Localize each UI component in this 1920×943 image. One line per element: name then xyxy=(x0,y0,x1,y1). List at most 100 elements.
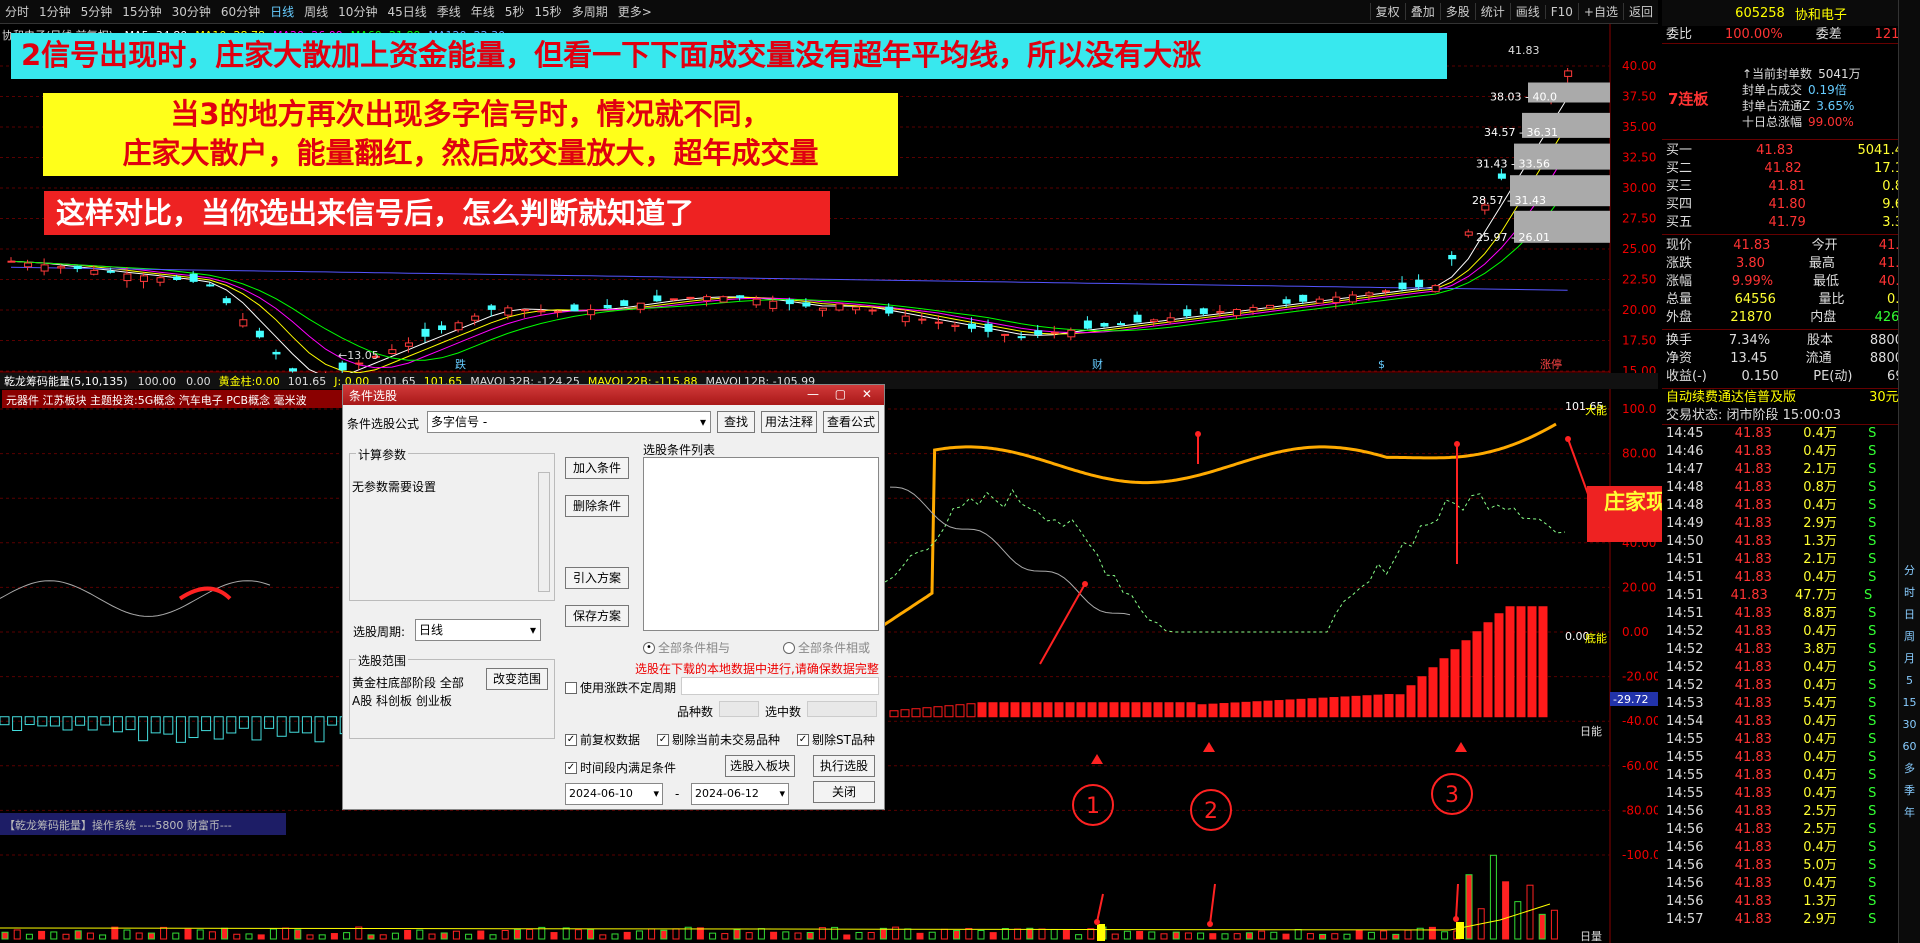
add-to-block-button[interactable]: 选股入板块 xyxy=(725,755,795,777)
dialog-window-controls[interactable]: — ▢ ✕ xyxy=(807,387,878,403)
indicator-tick: 80.00 xyxy=(1622,447,1656,461)
period-tab[interactable]: 10分钟 xyxy=(333,3,382,20)
energy-bar xyxy=(1384,694,1394,718)
tool-button[interactable]: +自选 xyxy=(1577,3,1623,20)
chevron-down-icon: ▾ xyxy=(779,787,785,800)
tool-button[interactable]: 返回 xyxy=(1622,3,1658,20)
import-scheme-button[interactable]: 引入方案 xyxy=(565,567,629,589)
volume-bar xyxy=(1294,929,1302,940)
period-tab[interactable]: 季线 xyxy=(432,3,466,20)
radio-all-and[interactable]: • 全部条件相与 xyxy=(643,639,730,656)
energy-bar xyxy=(1252,701,1262,718)
find-button[interactable]: 查找 xyxy=(717,411,755,433)
dialog-titlebar[interactable]: 条件选股 — ▢ ✕ xyxy=(343,385,884,405)
date-from-input[interactable]: 2024-06-10 ▾ xyxy=(565,783,663,805)
cyan-bar xyxy=(251,716,262,741)
radio-all-or[interactable]: 全部条件相或 xyxy=(783,639,870,656)
side-period-button[interactable]: 日 xyxy=(1899,604,1920,626)
tick-price: 41.83 xyxy=(1734,714,1772,729)
tick-time: 14:45 xyxy=(1666,426,1704,441)
volume-bar xyxy=(501,929,509,940)
side-period-button[interactable]: 60 xyxy=(1899,736,1920,758)
candle-body xyxy=(1448,254,1457,260)
tool-button[interactable]: 画线 xyxy=(1509,3,1545,20)
delete-condition-button[interactable]: 删除条件 xyxy=(565,495,629,517)
unfixed-period-checkbox[interactable]: 使用涨跌不定周期 xyxy=(565,679,676,696)
side-period-button[interactable]: 30 xyxy=(1899,714,1920,736)
period-tab[interactable]: 15秒 xyxy=(529,3,566,20)
candle-body xyxy=(1050,331,1059,334)
period-tab[interactable]: 30分钟 xyxy=(167,3,216,20)
tool-button[interactable]: F10 xyxy=(1544,4,1578,19)
period-tab[interactable]: 日线 xyxy=(265,3,299,20)
price-tick: 40.00 xyxy=(1622,59,1656,73)
change-range-button[interactable]: 改变范围 xyxy=(486,668,548,690)
condition-list[interactable] xyxy=(643,457,879,631)
save-scheme-button[interactable]: 保存方案 xyxy=(565,605,629,627)
exclude-untraded-checkbox[interactable]: ✓ 剔除当前未交易品种 xyxy=(657,731,780,748)
period-tab[interactable]: 1分钟 xyxy=(34,3,76,20)
period-tab[interactable]: 5秒 xyxy=(500,3,530,20)
add-condition-button[interactable]: 加入条件 xyxy=(565,457,629,479)
unfixed-period-input[interactable] xyxy=(681,677,879,695)
energy-bar xyxy=(1274,700,1284,718)
tool-button[interactable]: 叠加 xyxy=(1404,3,1440,20)
period-satisfy-checkbox[interactable]: ✓ 时间段内满足条件 xyxy=(565,759,676,776)
tool-button[interactable]: 多股 xyxy=(1439,3,1475,20)
tick-time: 14:57 xyxy=(1666,912,1704,927)
close-button[interactable]: 关闭 xyxy=(813,781,875,803)
period-tab[interactable]: 年线 xyxy=(466,3,500,20)
period-tab[interactable]: 5分钟 xyxy=(76,3,118,20)
period-select[interactable]: 日线 ▾ xyxy=(415,619,541,641)
period-tab[interactable]: 分时 xyxy=(0,3,34,20)
view-formula-button[interactable]: 查看公式 xyxy=(823,411,879,433)
cyan-bar xyxy=(238,716,249,729)
side-period-button[interactable]: 月 xyxy=(1899,648,1920,670)
candle-body xyxy=(1431,285,1440,293)
period-tab[interactable]: 多周期 xyxy=(567,3,613,20)
tick-side: S xyxy=(1868,444,1877,459)
side-period-button[interactable]: 年 xyxy=(1899,802,1920,824)
tool-button[interactable]: 统计 xyxy=(1474,3,1510,20)
tick-side: S xyxy=(1868,498,1877,513)
period-tab[interactable]: 周线 xyxy=(299,3,333,20)
candle-body xyxy=(404,342,413,347)
side-period-button[interactable]: 多 xyxy=(1899,758,1920,780)
forward-rights-checkbox[interactable]: ✓ 前复权数据 xyxy=(565,731,640,748)
formula-select[interactable]: 多字信号 - ▾ xyxy=(427,411,711,433)
period-tab[interactable]: 60分钟 xyxy=(216,3,265,20)
tick-list[interactable]: 14:4541.830.4万S114:4641.830.4万S114:4741.… xyxy=(1662,425,1920,929)
indicator-tick: -60.00 xyxy=(1622,759,1658,773)
promo-row[interactable]: 自动续费通达信普及版 30元/月 xyxy=(1662,389,1920,407)
energy-bar xyxy=(1087,702,1097,718)
count-value-box xyxy=(719,701,759,717)
side-period-button[interactable]: 时 xyxy=(1899,582,1920,604)
ma-line xyxy=(10,266,1568,291)
energy-bar xyxy=(1395,694,1405,718)
energy-bar xyxy=(1483,622,1493,718)
exclude-st-checkbox[interactable]: ✓ 剔除ST品种 xyxy=(797,731,875,748)
tool-button[interactable]: 复权 xyxy=(1369,3,1405,20)
params-scrollbar[interactable] xyxy=(538,472,550,592)
side-period-button[interactable]: 季 xyxy=(1899,780,1920,802)
run-picker-button[interactable]: 执行选股 xyxy=(813,755,875,777)
period-tab[interactable]: 45日线 xyxy=(382,3,431,20)
volume-bar xyxy=(709,932,717,940)
tick-price: 41.83 xyxy=(1734,822,1772,837)
exclude-st-label: 剔除ST品种 xyxy=(812,733,875,747)
period-tab[interactable]: 更多> xyxy=(613,3,657,20)
volume-bar xyxy=(1282,933,1290,940)
date-to-input[interactable]: 2024-06-12 ▾ xyxy=(691,783,789,805)
energy-bar xyxy=(933,706,943,718)
sector-tags: 元器件 江苏板块 主题投资:5G概念 汽车电子 PCB概念 毫米波 xyxy=(2,390,342,408)
usage-notes-button[interactable]: 用法注释 xyxy=(761,411,817,433)
side-period-button[interactable]: 5 xyxy=(1899,670,1920,692)
side-period-button[interactable]: 15 xyxy=(1899,692,1920,714)
price-tick: 25.00 xyxy=(1622,242,1656,256)
side-period-button[interactable]: 分 xyxy=(1899,560,1920,582)
candle-body xyxy=(769,300,778,309)
event-tag: 财 xyxy=(1092,357,1103,371)
period-tab[interactable]: 15分钟 xyxy=(117,3,166,20)
side-period-button[interactable]: 周 xyxy=(1899,626,1920,648)
tick-side: S xyxy=(1868,822,1877,837)
